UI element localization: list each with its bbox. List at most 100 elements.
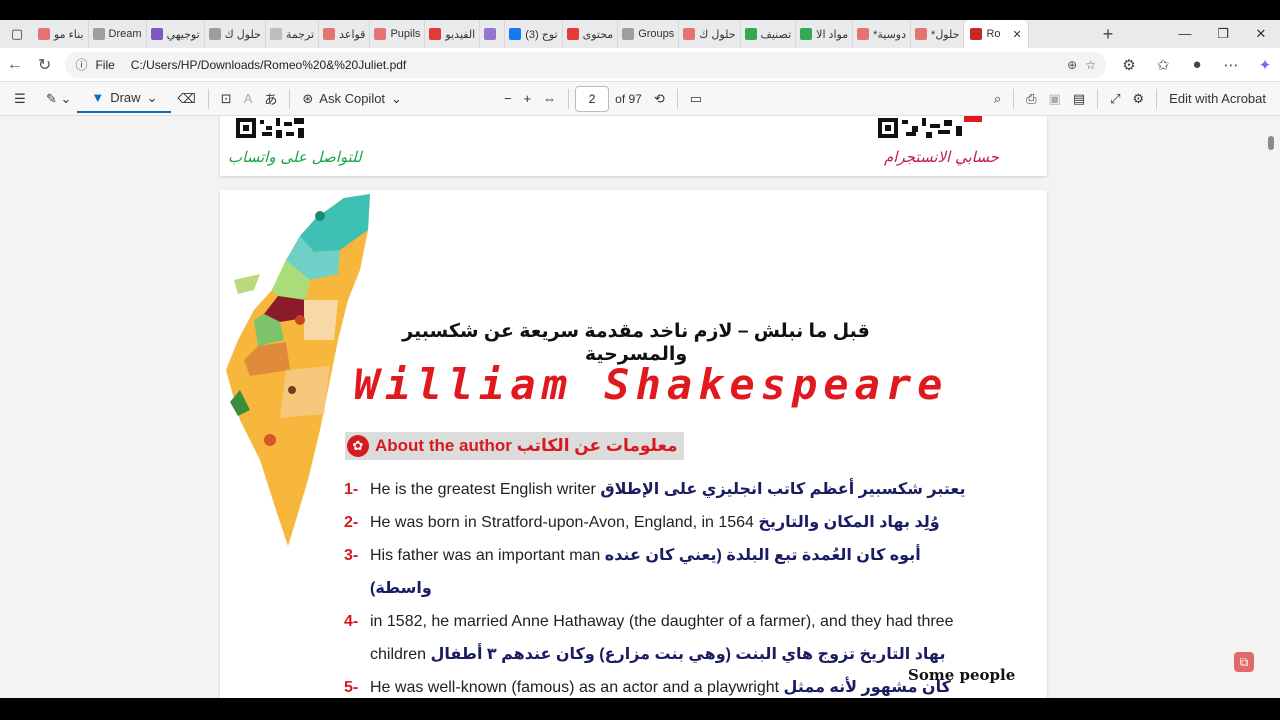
- zoom-icon[interactable]: ⊕: [1067, 58, 1077, 72]
- browser-tab[interactable]: مواد الا: [796, 20, 854, 48]
- browser-tab[interactable]: *دوسية: [853, 20, 912, 48]
- tab-favicon-icon: [683, 28, 696, 40]
- browser-tab[interactable]: ترجمة: [266, 20, 320, 48]
- acrobat-float-icon[interactable]: ⧉: [1234, 652, 1254, 672]
- tab-favicon-icon: [566, 28, 579, 40]
- browser-tab[interactable]: (3) توج: [505, 20, 563, 48]
- some-people-caption: Some people: [908, 666, 1016, 684]
- tab-label: Groups: [638, 28, 675, 40]
- browser-tab[interactable]: *حلول: [911, 20, 965, 48]
- browser-tab[interactable]: Ro ✕: [964, 20, 1029, 48]
- tab-label: محتوى: [582, 28, 614, 41]
- tab-favicon-icon: [744, 28, 757, 40]
- text-box-icon[interactable]: ⊡: [215, 85, 238, 113]
- browser-tab[interactable]: بناء مو: [34, 20, 89, 48]
- eraser-icon[interactable]: ⌫: [171, 85, 201, 113]
- browser-tab[interactable]: حلول ك: [205, 20, 266, 48]
- browser-tab[interactable]: Dream: [89, 20, 147, 48]
- bottom-black-bar: [0, 698, 1280, 720]
- item-english: He is the greatest English writer: [370, 481, 596, 498]
- tab-label: بناء مو: [54, 28, 84, 41]
- rotate-icon[interactable]: ⟲: [648, 85, 671, 113]
- search-icon[interactable]: ⌕: [988, 85, 1007, 113]
- save-as-icon[interactable]: ▤: [1067, 85, 1091, 113]
- ask-copilot-label: Ask Copilot: [319, 91, 386, 106]
- browser-tab[interactable]: [480, 20, 506, 48]
- edit-with-acrobat-button[interactable]: Edit with Acrobat: [1163, 85, 1280, 113]
- pdf-document-area[interactable]: للتواصل على واتساب حسابي الانستجرام قبل …: [0, 116, 1280, 698]
- page-number-input[interactable]: 2: [575, 85, 610, 112]
- address-bar: ← ↻ ⓘ File C:/Users/HP/Downloads/Romeo%2…: [0, 48, 1280, 82]
- browser-tab[interactable]: Groups: [618, 20, 680, 48]
- draw-pen-icon: ▼: [91, 90, 105, 105]
- qr-code-whatsapp: [236, 116, 308, 142]
- fit-page-icon[interactable]: ⇔: [537, 85, 562, 113]
- browser-tab[interactable]: Pupils: [370, 20, 426, 48]
- item-number: 3-: [344, 547, 359, 564]
- refresh-icon[interactable]: ↻: [30, 55, 60, 75]
- close-window-icon[interactable]: ✕: [1242, 26, 1280, 42]
- item-number: 1-: [344, 481, 359, 498]
- save-icon[interactable]: ▣: [1043, 85, 1067, 113]
- back-icon[interactable]: ←: [0, 56, 30, 74]
- browser-tab[interactable]: حلول ك: [679, 20, 741, 48]
- vertical-scrollbar[interactable]: [1266, 116, 1276, 698]
- tab-strip: ▢ بناء مو Dream توجيهي حلول ك ترجمة قواعد Pupi…: [0, 20, 1280, 48]
- new-tab-button[interactable]: +: [1094, 24, 1122, 45]
- contents-icon[interactable]: ☰: [0, 85, 40, 113]
- tab-favicon-icon: [269, 28, 282, 40]
- minimize-icon[interactable]: —: [1166, 26, 1204, 42]
- tab-favicon-icon: [38, 28, 50, 40]
- profile-avatar[interactable]: ●: [1182, 56, 1212, 74]
- tab-favicon-icon: [323, 28, 336, 40]
- tab-favicon-icon: [429, 28, 442, 40]
- browser-tab[interactable]: الفيديو: [425, 20, 481, 48]
- translate-icon[interactable]: あ: [258, 85, 283, 113]
- pdf-page: قبل ما نبلش – لازم ناخد مقدمة سريعة عن ش…: [220, 190, 1047, 698]
- fullscreen-icon[interactable]: ⤢: [1104, 85, 1126, 113]
- more-menu-icon[interactable]: ⋯: [1216, 56, 1246, 74]
- highlight-icon[interactable]: ✎ ⌄: [40, 85, 77, 113]
- browser-tab[interactable]: قواعد: [319, 20, 371, 48]
- tab-close-icon[interactable]: ✕: [1013, 28, 1022, 41]
- tab-actions-icon[interactable]: ▢: [0, 20, 34, 48]
- tab-favicon-icon: [857, 28, 870, 40]
- tab-label: حلول ك: [224, 28, 261, 41]
- browser-tab[interactable]: تصنيف: [741, 20, 797, 48]
- window-controls: — ❐ ✕: [1166, 26, 1280, 42]
- chevron-down-icon: ⌄: [146, 89, 158, 105]
- ask-copilot-button[interactable]: ⊛ Ask Copilot ⌄: [296, 85, 408, 113]
- tab-label: قواعد: [339, 28, 366, 41]
- browser-tab[interactable]: محتوى: [563, 20, 619, 48]
- tab-label: (3) توج: [525, 28, 558, 41]
- zoom-out-icon[interactable]: −: [498, 85, 518, 113]
- browser-tab[interactable]: توجيهي: [147, 20, 205, 48]
- item-arabic: وُلِد بهاد المكان والتاريخ: [758, 514, 940, 531]
- divider: [1013, 88, 1015, 109]
- previous-page: للتواصل على واتساب حسابي الانستجرام: [220, 116, 1047, 176]
- tab-label: الفيديو: [445, 28, 476, 41]
- print-icon[interactable]: ⎙: [1020, 85, 1042, 113]
- tab-favicon-icon: [509, 28, 522, 40]
- screen: ▢ بناء مو Dream توجيهي حلول ك ترجمة قواعد Pupi…: [0, 0, 1280, 720]
- tab-label: حلول ك: [699, 28, 736, 41]
- draw-button[interactable]: ▼ Draw ⌄: [77, 85, 172, 113]
- site-info-icon[interactable]: ⓘ: [75, 56, 87, 73]
- url-scheme: File: [95, 57, 115, 72]
- copilot-icon[interactable]: ✦: [1250, 56, 1280, 74]
- page-view-icon[interactable]: ▭: [684, 85, 708, 113]
- extensions-icon[interactable]: ⚙: [1114, 56, 1144, 74]
- draw-label: Draw: [110, 90, 141, 105]
- tab-label: Pupils: [390, 28, 421, 40]
- url-field[interactable]: ⓘ File C:/Users/HP/Downloads/Romeo%20&%2…: [65, 51, 1106, 78]
- favorites-icon[interactable]: ✩: [1148, 56, 1178, 74]
- restore-icon[interactable]: ❐: [1204, 26, 1242, 42]
- scrollbar-thumb[interactable]: [1268, 136, 1274, 150]
- tab-favicon-icon: [915, 28, 928, 40]
- item-english: His father was an important man: [370, 547, 601, 564]
- favorite-star-icon[interactable]: ☆: [1085, 58, 1096, 72]
- tab-favicon-icon: [622, 28, 635, 40]
- settings-gear-icon[interactable]: ⚙: [1127, 85, 1151, 113]
- read-aloud-icon[interactable]: A: [238, 85, 259, 113]
- zoom-in-icon[interactable]: +: [518, 85, 538, 113]
